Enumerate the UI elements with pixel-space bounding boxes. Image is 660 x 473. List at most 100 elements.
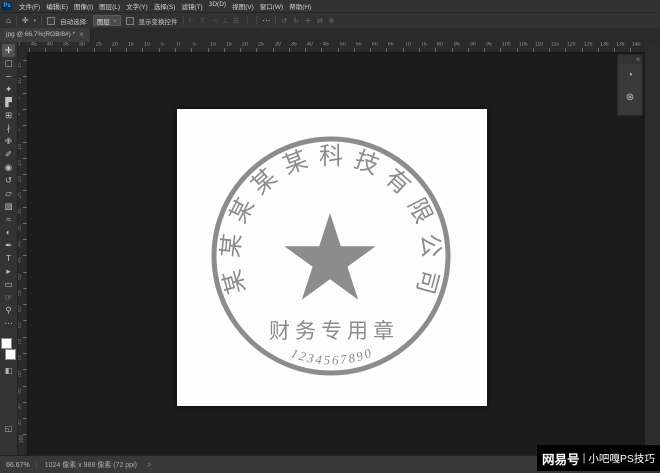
frame-tool[interactable]: ⊞ xyxy=(2,109,15,122)
rectangular-marquee-tool[interactable]: ▢ xyxy=(2,57,15,70)
ruler-label: 50 xyxy=(340,42,346,47)
pen-tool[interactable]: ✒ xyxy=(2,239,15,252)
clone-stamp-tool[interactable]: ◉ xyxy=(2,161,15,174)
type-tool[interactable]: T xyxy=(2,252,15,265)
dock-panel-icon-2[interactable]: ⊛ xyxy=(618,86,642,108)
history-brush-tool[interactable]: ↺ xyxy=(2,174,15,187)
menu-item-5[interactable]: 文字(Y) xyxy=(123,1,151,11)
home-icon[interactable]: ⌂ xyxy=(6,17,11,25)
align-icon-2[interactable]: ⊤ xyxy=(200,17,206,25)
ruler-label: 10 xyxy=(18,79,23,85)
path-selection-tool[interactable]: ▸ xyxy=(2,265,15,278)
horizontal-ruler[interactable]: 5045403530252015105051015202530354045505… xyxy=(17,42,660,53)
align-icon-6[interactable]: ⋮ xyxy=(244,17,251,25)
ruler-label: 5 xyxy=(161,42,164,47)
ruler-tick xyxy=(23,386,27,387)
menu-item-3[interactable]: 图像(I) xyxy=(71,1,96,11)
auto-select-checkbox[interactable] xyxy=(47,17,55,25)
threed-mode-icon-1[interactable]: ↺ xyxy=(281,17,287,25)
ruler-tick xyxy=(23,223,27,224)
eyedropper-tool[interactable]: ∤ xyxy=(2,122,15,135)
screen-mode-icon[interactable]: ◱ xyxy=(0,424,17,433)
menu-item-1[interactable]: 文件(F) xyxy=(16,1,43,11)
current-tool-icon[interactable]: ✛ xyxy=(22,17,29,25)
show-transform-label: 显示变换控件 xyxy=(139,16,178,26)
ruler-label: 50 xyxy=(18,274,23,280)
dock-collapse-icon[interactable]: « xyxy=(618,55,642,64)
align-icon-5[interactable]: ☰ xyxy=(233,17,239,25)
dodge-tool[interactable]: ◐ xyxy=(2,226,15,239)
watermark-brand: 网易号 xyxy=(542,449,580,468)
ruler-tick xyxy=(240,48,241,52)
watermark: 网易号 | 小吧嘎PS技巧 xyxy=(537,445,660,471)
menu-item-4[interactable]: 图层(L) xyxy=(96,1,123,11)
canvas[interactable]: 某某某某某科技有限公司 财务专用章 1234567890 xyxy=(177,109,487,406)
ruler-tick xyxy=(533,48,534,52)
ruler-label: 130 xyxy=(600,42,609,47)
rectangle-tool[interactable]: ▭ xyxy=(2,278,15,291)
ruler-tick xyxy=(94,48,95,52)
align-icon-4[interactable]: ⊥ xyxy=(222,17,228,25)
healing-brush-tool[interactable]: ✙ xyxy=(2,135,15,148)
menu-item-2[interactable]: 编辑(E) xyxy=(43,1,71,11)
menu-item-10[interactable]: 窗口(W) xyxy=(257,1,286,11)
threed-mode-icon-2[interactable]: ↻ xyxy=(293,17,299,25)
ruler-label: 135 xyxy=(616,42,625,47)
vertical-ruler[interactable]: 1510505101520253035404550556065707580859… xyxy=(17,52,28,455)
align-icon-3[interactable]: ⊣ xyxy=(211,17,217,25)
show-transform-checkbox[interactable] xyxy=(126,17,134,25)
ruler-tick xyxy=(386,48,387,52)
zoom-tool[interactable]: ⚲ xyxy=(2,304,15,317)
stamp-arc-char: 司 xyxy=(411,267,442,297)
ruler-label: 20 xyxy=(112,42,118,47)
gradient-tool[interactable]: ▨ xyxy=(2,200,15,213)
ruler-label: 125 xyxy=(584,42,593,47)
status-chevron-icon[interactable]: > xyxy=(147,462,151,469)
ruler-label: 80 xyxy=(437,42,443,47)
align-icon-1[interactable]: ⊢ xyxy=(189,17,195,25)
menu-item-6[interactable]: 选择(S) xyxy=(151,1,179,11)
ruler-tick xyxy=(23,304,27,305)
ruler-label: 75 xyxy=(18,355,23,361)
document-tab[interactable]: jpg @ 66.7%(RGB/8#) * × xyxy=(0,27,91,42)
lasso-tool[interactable]: ∽ xyxy=(2,70,15,83)
pasteboard[interactable]: 某某某某某科技有限公司 财务专用章 1234567890 xyxy=(27,52,645,455)
menu-item-11[interactable]: 帮助(H) xyxy=(286,1,314,11)
edit-toolbar-icon[interactable]: ⋯ xyxy=(2,317,15,330)
brush-tool[interactable]: ✐ xyxy=(2,148,15,161)
menu-item-8[interactable]: 3D(D) xyxy=(206,1,229,11)
stamp-center-label: 财务专用章 xyxy=(269,319,399,343)
ruler-tick xyxy=(110,48,111,52)
ruler-label: 10 xyxy=(210,42,216,47)
zoom-level-field[interactable]: 66.67% xyxy=(6,462,37,469)
hand-tool[interactable]: ☞ xyxy=(2,291,15,304)
ruler-tick xyxy=(435,48,436,52)
crop-tool[interactable]: ▛ xyxy=(2,96,15,109)
eraser-tool[interactable]: ▱ xyxy=(2,187,15,200)
stamp-arc-digit: 4 xyxy=(315,351,324,367)
menu-item-9[interactable]: 视图(V) xyxy=(229,1,257,11)
ruler-label: 55 xyxy=(356,42,362,47)
ruler-tick xyxy=(321,48,322,52)
move-tool[interactable]: ✛ xyxy=(2,44,15,57)
photoshop-logo: Ps xyxy=(2,2,12,11)
object-selection-tool[interactable]: ✦ xyxy=(2,83,15,96)
dock-panel-icon-1[interactable]: ◔ xyxy=(618,64,642,86)
auto-select-dropdown[interactable]: 图层 ∨ xyxy=(93,15,121,26)
threed-mode-icon-3[interactable]: ✛ xyxy=(305,17,311,25)
background-color-swatch[interactable] xyxy=(5,349,16,360)
ruler-label: 60 xyxy=(372,42,378,47)
quick-mask-icon[interactable]: ◧ xyxy=(0,366,17,375)
threed-mode-icon-5[interactable]: ⊕ xyxy=(329,17,335,25)
blur-tool[interactable]: ≈ xyxy=(2,213,15,226)
ruler-label: 10 xyxy=(18,144,23,150)
foreground-color-swatch[interactable] xyxy=(1,338,12,349)
ruler-tick xyxy=(484,48,485,52)
menu-items: 文件(F)编辑(E)图像(I)图层(L)文字(Y)选择(S)滤镜(T)3D(D)… xyxy=(16,1,314,11)
threed-mode-icon-4[interactable]: ⇄ xyxy=(317,17,323,25)
tool-preset-caret-icon[interactable]: ▾ xyxy=(34,18,37,24)
stamp-arc-char: 某 xyxy=(217,232,246,259)
menu-item-7[interactable]: 滤镜(T) xyxy=(178,1,205,11)
tab-close-icon[interactable]: × xyxy=(79,31,84,39)
more-options-icon[interactable]: ⋯ xyxy=(262,17,270,25)
